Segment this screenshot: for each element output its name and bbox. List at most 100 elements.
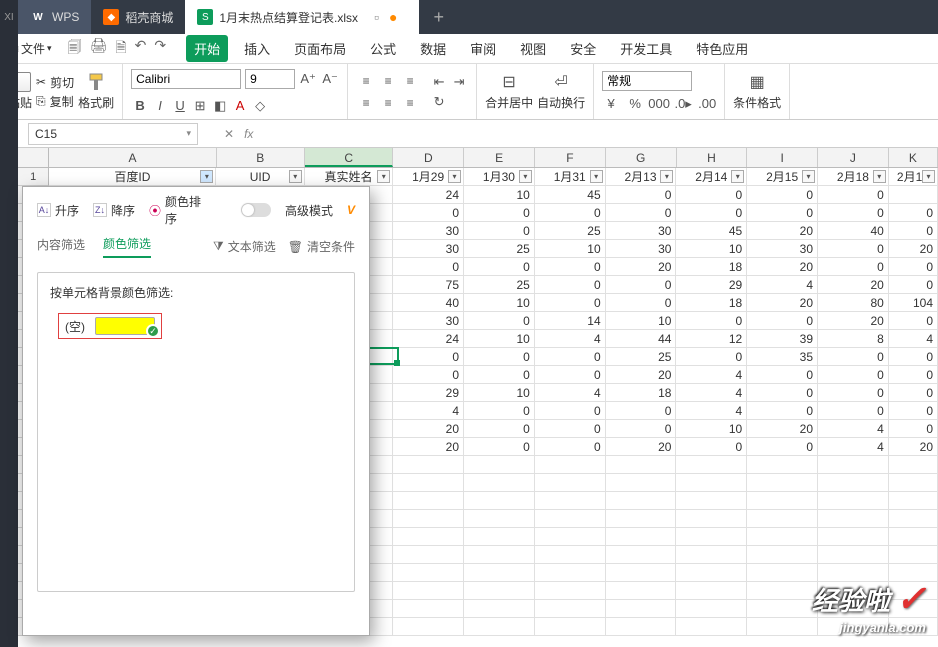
- data-cell[interactable]: 0: [393, 258, 464, 276]
- sort-desc-button[interactable]: Z↓降序: [93, 202, 135, 219]
- filter-tab-color[interactable]: 颜色筛选: [103, 235, 151, 258]
- data-cell[interactable]: 0: [393, 204, 464, 222]
- filter-dropdown-icon[interactable]: ▾: [590, 170, 603, 183]
- currency-icon[interactable]: ¥: [602, 95, 620, 113]
- header-cell[interactable]: 1月30▾: [464, 168, 535, 186]
- header-cell[interactable]: 2月13▾: [606, 168, 677, 186]
- data-cell[interactable]: 0: [606, 402, 677, 420]
- data-cell[interactable]: 0: [818, 186, 889, 204]
- data-cell[interactable]: [464, 456, 535, 474]
- data-cell[interactable]: 0: [535, 294, 606, 312]
- data-cell[interactable]: 0: [676, 438, 747, 456]
- data-cell[interactable]: 25: [464, 276, 535, 294]
- data-cell[interactable]: 10: [606, 312, 677, 330]
- data-cell[interactable]: [535, 600, 606, 618]
- data-cell[interactable]: 80: [818, 294, 889, 312]
- data-cell[interactable]: 8: [818, 330, 889, 348]
- header-cell[interactable]: UID▾: [216, 168, 304, 186]
- data-cell[interactable]: 0: [676, 186, 747, 204]
- filter-tab-content[interactable]: 内容筛选: [37, 236, 85, 257]
- data-cell[interactable]: 4: [535, 384, 606, 402]
- data-cell[interactable]: 0: [535, 402, 606, 420]
- undo-icon[interactable]: ↶: [135, 37, 147, 61]
- data-cell[interactable]: [676, 510, 747, 528]
- data-cell[interactable]: [747, 582, 818, 600]
- data-cell[interactable]: 30: [606, 240, 677, 258]
- data-cell[interactable]: 30: [393, 312, 464, 330]
- data-cell[interactable]: 0: [535, 366, 606, 384]
- data-cell[interactable]: 0: [818, 258, 889, 276]
- ribbon-tab-developer[interactable]: 开发工具: [612, 35, 680, 62]
- header-cell[interactable]: 1月31▾: [535, 168, 606, 186]
- data-cell[interactable]: 20: [818, 312, 889, 330]
- data-cell[interactable]: [393, 600, 464, 618]
- data-cell[interactable]: 0: [818, 240, 889, 258]
- data-cell[interactable]: [535, 474, 606, 492]
- data-cell[interactable]: [747, 564, 818, 582]
- comma-icon[interactable]: 000: [650, 95, 668, 113]
- border-button[interactable]: ⊞: [191, 97, 209, 115]
- data-cell[interactable]: [747, 456, 818, 474]
- data-cell[interactable]: 0: [535, 204, 606, 222]
- data-cell[interactable]: 20: [393, 420, 464, 438]
- decimal-decrease-icon[interactable]: .00: [698, 95, 716, 113]
- data-cell[interactable]: 4: [676, 402, 747, 420]
- redo-icon[interactable]: ↷: [154, 37, 166, 61]
- align-top-right-icon[interactable]: ≡: [400, 71, 420, 91]
- advanced-toggle[interactable]: [241, 203, 271, 217]
- data-cell[interactable]: [464, 564, 535, 582]
- data-cell[interactable]: 4: [818, 438, 889, 456]
- clear-format-button[interactable]: ◇: [251, 97, 269, 115]
- data-cell[interactable]: 40: [818, 222, 889, 240]
- data-cell[interactable]: 0: [889, 366, 938, 384]
- align-bottom-left-icon[interactable]: ≡: [356, 93, 376, 113]
- data-cell[interactable]: 4: [818, 420, 889, 438]
- data-cell[interactable]: [747, 600, 818, 618]
- data-cell[interactable]: [818, 546, 889, 564]
- data-cell[interactable]: 25: [535, 222, 606, 240]
- data-cell[interactable]: [606, 456, 677, 474]
- data-cell[interactable]: 14: [535, 312, 606, 330]
- data-cell[interactable]: 0: [535, 258, 606, 276]
- data-cell[interactable]: [676, 600, 747, 618]
- data-cell[interactable]: [676, 474, 747, 492]
- name-box[interactable]: C15 ▾: [28, 123, 198, 145]
- data-cell[interactable]: [676, 492, 747, 510]
- copy-button[interactable]: ⎘复制: [36, 93, 74, 110]
- data-cell[interactable]: [747, 546, 818, 564]
- data-cell[interactable]: 0: [818, 204, 889, 222]
- data-cell[interactable]: [464, 618, 535, 636]
- filter-dropdown-icon[interactable]: ▾: [200, 170, 213, 183]
- data-cell[interactable]: 0: [676, 204, 747, 222]
- data-cell[interactable]: 25: [606, 348, 677, 366]
- data-cell[interactable]: 20: [606, 258, 677, 276]
- data-cell[interactable]: [889, 546, 938, 564]
- data-cell[interactable]: [889, 492, 938, 510]
- filter-dropdown-icon[interactable]: ▾: [731, 170, 744, 183]
- data-cell[interactable]: 4: [889, 330, 938, 348]
- data-cell[interactable]: 0: [818, 348, 889, 366]
- column-header[interactable]: H: [677, 148, 748, 167]
- data-cell[interactable]: 0: [889, 420, 938, 438]
- data-cell[interactable]: [606, 492, 677, 510]
- data-cell[interactable]: 20: [889, 240, 938, 258]
- filter-dropdown-icon[interactable]: ▾: [873, 170, 886, 183]
- format-painter-button[interactable]: 格式刷: [78, 72, 114, 111]
- new-tab-button[interactable]: +: [419, 0, 458, 34]
- header-cell[interactable]: 2月19▾: [889, 168, 938, 186]
- wrap-text-button[interactable]: ⏎ 自动换行: [537, 72, 585, 111]
- data-cell[interactable]: [535, 564, 606, 582]
- data-cell[interactable]: [818, 474, 889, 492]
- data-cell[interactable]: 0: [606, 276, 677, 294]
- data-cell[interactable]: 20: [606, 366, 677, 384]
- ribbon-tab-special[interactable]: 特色应用: [688, 35, 756, 62]
- data-cell[interactable]: [535, 546, 606, 564]
- filter-dropdown-icon[interactable]: ▾: [802, 170, 815, 183]
- data-cell[interactable]: [393, 546, 464, 564]
- tab-document[interactable]: S 1月末热点结算登记表.xlsx ▫ ●: [185, 0, 419, 34]
- data-cell[interactable]: [818, 492, 889, 510]
- data-cell[interactable]: 0: [676, 348, 747, 366]
- font-size-input[interactable]: [245, 69, 295, 89]
- data-cell[interactable]: 0: [747, 312, 818, 330]
- data-cell[interactable]: 0: [535, 420, 606, 438]
